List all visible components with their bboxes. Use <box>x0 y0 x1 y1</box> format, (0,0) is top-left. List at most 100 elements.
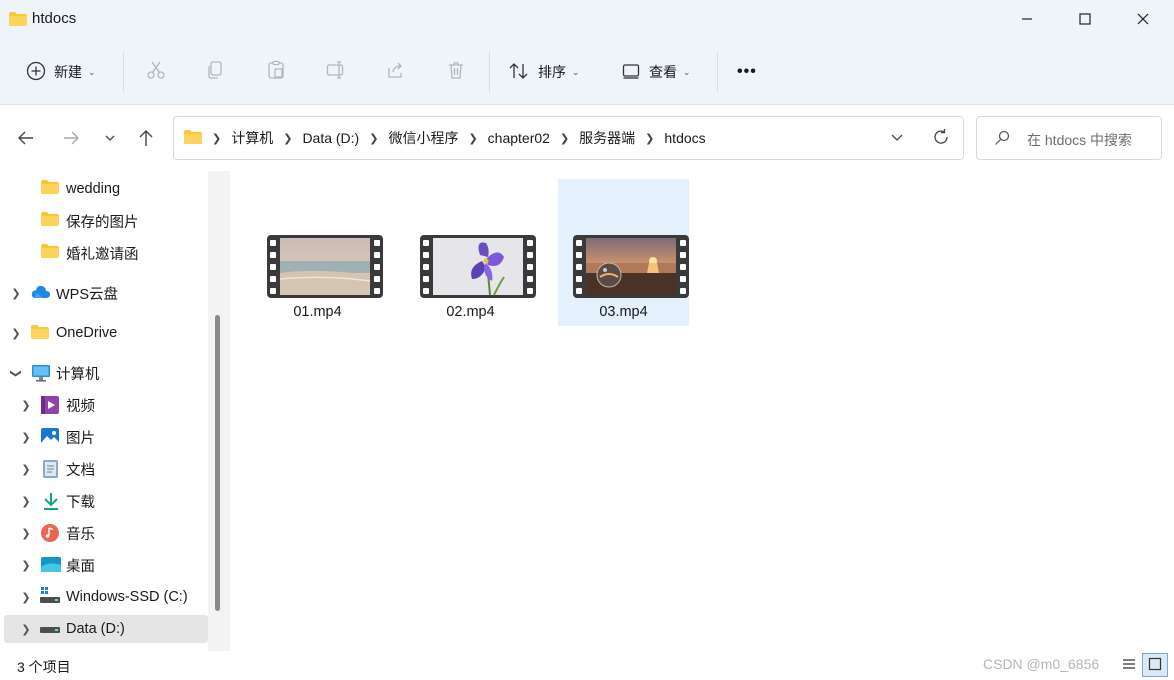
breadcrumb-item-computer[interactable]: 计算机 <box>231 128 273 148</box>
chevron-right-icon[interactable]: ❯ <box>369 132 378 145</box>
chevron-right-icon[interactable]: ❯ <box>20 495 32 508</box>
sidebar-item-videos[interactable]: ❯ 视频 <box>0 391 208 419</box>
plus-circle-icon <box>26 61 46 84</box>
arrow-right-icon <box>62 129 80 150</box>
more-icon: ••• <box>737 63 757 80</box>
sidebar-item-invitation[interactable]: 婚礼邀请函 <box>0 239 208 267</box>
chevron-down-icon[interactable]: ❯ <box>10 367 23 379</box>
file-name: 02.mp4 <box>446 304 495 320</box>
refresh-icon[interactable] <box>932 128 950 149</box>
folder-icon <box>184 129 202 147</box>
chevron-right-icon[interactable]: ❯ <box>20 591 32 604</box>
video-icon <box>41 396 59 414</box>
scrollbar-thumb[interactable] <box>215 315 220 611</box>
sidebar-item-label: 保存的图片 <box>66 214 139 231</box>
chevron-right-icon[interactable]: ❯ <box>20 527 32 540</box>
drive-icon <box>40 623 60 641</box>
chevron-right-icon[interactable]: ❯ <box>560 132 569 145</box>
sidebar-item-label: Windows-SSD (C:) <box>66 589 188 605</box>
chevron-right-icon[interactable]: ❯ <box>20 623 32 636</box>
delete-button[interactable] <box>445 60 467 82</box>
pictures-icon <box>41 428 59 446</box>
address-dropdown-icon[interactable] <box>890 130 904 147</box>
sort-icon <box>508 61 530 84</box>
sidebar-item-music[interactable]: ❯ 音乐 <box>0 519 208 547</box>
cut-button[interactable] <box>145 60 167 82</box>
new-label: 新建 <box>54 64 82 80</box>
sidebar-item-pictures[interactable]: ❯ 图片 <box>0 423 208 451</box>
rename-button[interactable] <box>325 60 347 82</box>
share-icon <box>386 60 406 83</box>
video-thumbnail-iris <box>420 235 536 298</box>
more-options-button[interactable]: ••• <box>737 54 757 90</box>
large-icons-view-button[interactable] <box>1142 653 1168 677</box>
drive-icon <box>40 587 60 605</box>
maximize-button[interactable] <box>1056 0 1114 40</box>
breadcrumb-item-miniprogram[interactable]: 微信小程序 <box>388 128 458 148</box>
close-icon <box>1137 12 1149 28</box>
sidebar-item-saved-pictures[interactable]: 保存的图片 <box>0 207 208 235</box>
toolbar-divider <box>717 52 718 92</box>
copy-button[interactable] <box>205 60 227 82</box>
sidebar-item-downloads[interactable]: ❯ 下载 <box>0 487 208 515</box>
tiles-view-icon <box>1148 657 1162 674</box>
up-button[interactable] <box>133 126 159 152</box>
sidebar-item-label: WPS云盘 <box>56 286 119 303</box>
chevron-right-icon[interactable]: ❯ <box>10 327 22 340</box>
view-button[interactable]: 查看 ⌄ <box>621 54 691 90</box>
maximize-icon <box>1079 12 1091 28</box>
search-input[interactable]: 在 htdocs 中搜索 <box>976 116 1162 160</box>
minimize-button[interactable] <box>998 0 1056 40</box>
status-bar: 3 个项目 CSDN @m0_6856 <box>0 651 1174 680</box>
chevron-right-icon[interactable]: ❯ <box>645 132 654 145</box>
folder-icon <box>31 325 49 343</box>
view-label: 查看 <box>649 64 677 80</box>
chevron-right-icon[interactable]: ❯ <box>20 463 32 476</box>
item-count: 3 个项目 <box>17 659 71 675</box>
forward-button[interactable] <box>58 126 84 152</box>
sidebar-item-wedding[interactable]: wedding <box>0 175 208 203</box>
sidebar-item-data-drive[interactable]: ❯ Data (D:) <box>4 615 208 643</box>
recent-locations-button[interactable] <box>97 126 123 152</box>
sidebar-item-documents[interactable]: ❯ 文档 <box>0 455 208 483</box>
chevron-right-icon[interactable]: ❯ <box>468 132 477 145</box>
sort-button[interactable]: 排序 ⌄ <box>508 54 580 90</box>
folder-icon <box>9 12 27 29</box>
new-button[interactable]: 新建 ⌄ <box>26 54 96 90</box>
chevron-right-icon[interactable]: ❯ <box>20 559 32 572</box>
sidebar-item-onedrive[interactable]: ❯ OneDrive <box>0 319 208 347</box>
sidebar-item-computer[interactable]: ❯ 计算机 <box>0 359 208 387</box>
sidebar-item-wps-cloud[interactable]: ❯ WPS云盘 <box>0 279 208 307</box>
details-view-button[interactable] <box>1116 653 1142 677</box>
breadcrumb-item-server[interactable]: 服务器端 <box>579 128 635 148</box>
sidebar-item-desktop[interactable]: ❯ 桌面 <box>0 551 208 579</box>
file-name: 03.mp4 <box>599 304 648 320</box>
copy-icon <box>206 60 226 83</box>
desktop-icon <box>41 557 61 575</box>
sidebar-scrollbar[interactable] <box>208 171 230 651</box>
close-button[interactable] <box>1114 0 1172 40</box>
chevron-right-icon[interactable]: ❯ <box>283 132 292 145</box>
breadcrumb-item-htdocs[interactable]: htdocs <box>664 130 705 146</box>
sidebar-item-windows-ssd[interactable]: ❯ Windows-SSD (C:) <box>0 583 208 611</box>
breadcrumb-item-data-drive[interactable]: Data (D:) <box>302 130 359 146</box>
file-item-02-mp4[interactable]: 02.mp4 <box>405 179 536 326</box>
chevron-down-icon: ⌄ <box>572 66 580 77</box>
download-icon <box>42 492 60 510</box>
arrow-up-icon <box>137 129 155 150</box>
address-bar[interactable]: ❯ 计算机 ❯ Data (D:) ❯ 微信小程序 ❯ chapter02 ❯ … <box>173 116 964 160</box>
share-button[interactable] <box>385 60 407 82</box>
back-button[interactable] <box>13 126 39 152</box>
watermark: CSDN @m0_6856 <box>983 656 1100 672</box>
breadcrumb-item-chapter02[interactable]: chapter02 <box>488 130 550 146</box>
chevron-right-icon[interactable]: ❯ <box>10 287 22 300</box>
folder-icon <box>41 212 59 230</box>
chevron-right-icon[interactable]: ❯ <box>20 431 32 444</box>
chevron-right-icon[interactable]: ❯ <box>20 399 32 412</box>
chevron-right-icon[interactable]: ❯ <box>212 132 221 145</box>
sidebar-item-label: 音乐 <box>66 526 95 543</box>
paste-button[interactable] <box>265 60 287 82</box>
file-item-03-mp4[interactable]: 03.mp4 <box>558 179 689 326</box>
view-icon <box>621 61 641 84</box>
file-item-01-mp4[interactable]: 01.mp4 <box>252 179 383 326</box>
